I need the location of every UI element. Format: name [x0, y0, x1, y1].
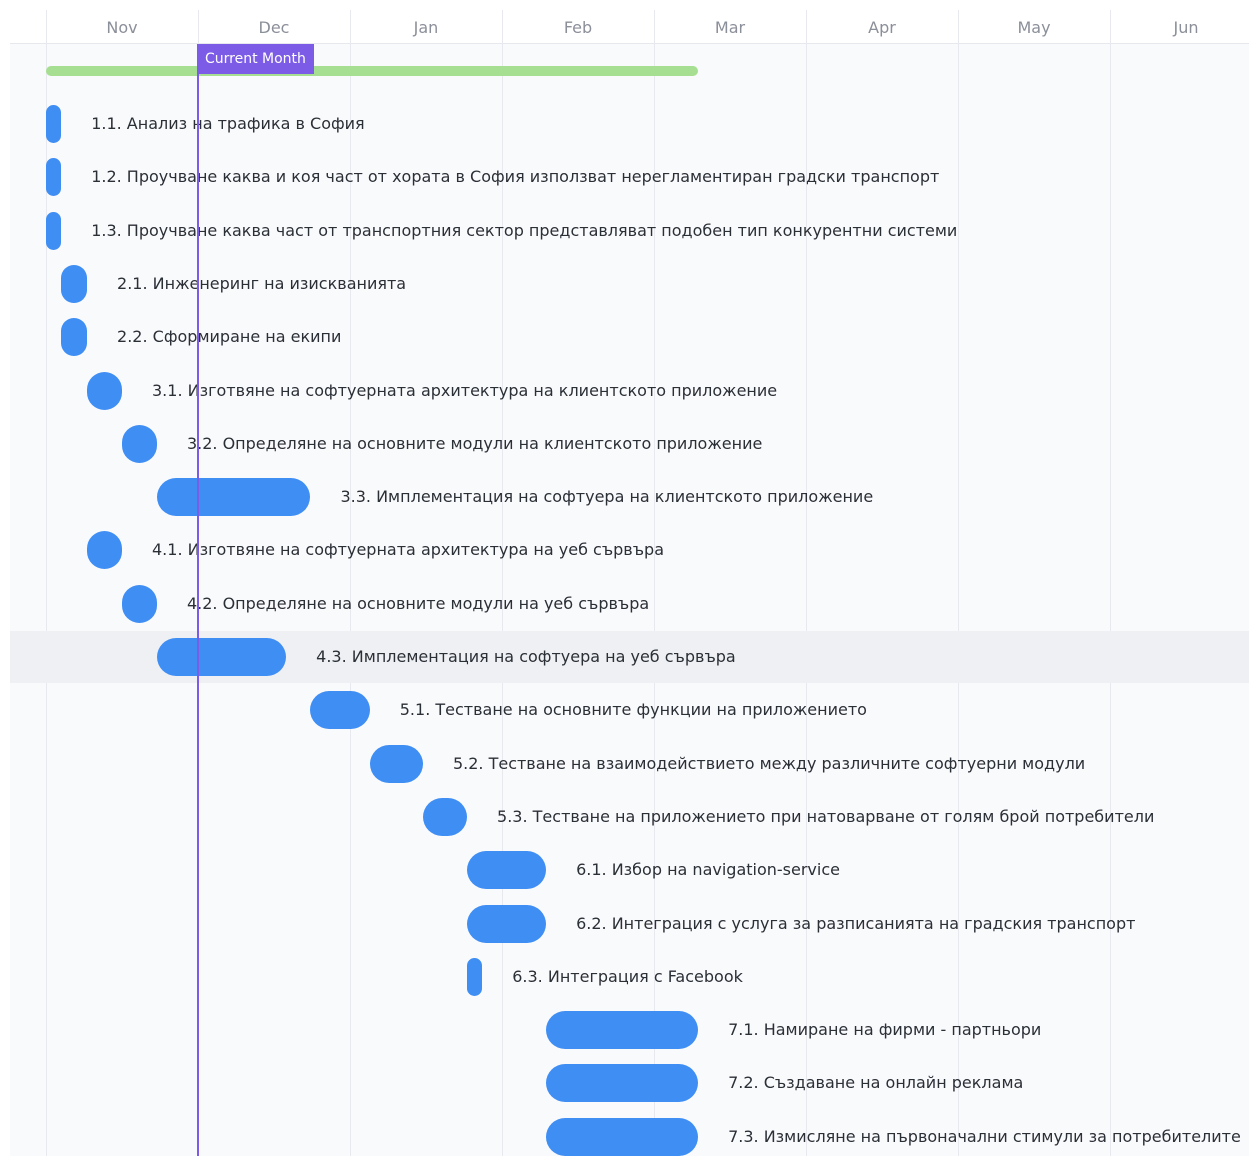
task-bar[interactable] — [46, 211, 62, 250]
month-label: Apr — [868, 18, 896, 37]
task-bar[interactable] — [156, 478, 311, 517]
task-label: 5.1. Тестване на основните функции на пр… — [399, 700, 867, 720]
month-label: Jan — [413, 18, 439, 37]
task-label: 4.1. Изготвяне на софтуерната архитектур… — [152, 540, 664, 560]
task-bar[interactable] — [310, 691, 370, 730]
task-bar[interactable] — [61, 318, 88, 357]
task-label: 3.1. Изготвяне на софтуерната архитектур… — [152, 380, 778, 400]
task-bar[interactable] — [156, 638, 287, 676]
task-bar[interactable] — [467, 957, 483, 996]
task-label: 7.2. Създаване на онлайн реклама — [728, 1073, 1024, 1093]
task-bar[interactable] — [546, 1064, 699, 1103]
task-label: 3.3. Имплементация на софтуера на клиент… — [340, 487, 874, 507]
task-label: 1.3. Проучване каква част от транспортни… — [91, 220, 958, 240]
task-bar[interactable] — [122, 584, 157, 623]
month-label: Mar — [714, 18, 746, 37]
gantt-chart: Nov Dec Jan Feb Mar Apr May Jun 1.1. Анализ на … — [0, 0, 1249, 1156]
task-bar[interactable] — [546, 1117, 699, 1156]
task-label: 6.2. Интеграция с услуга за разписанията… — [576, 913, 1136, 933]
task-label: 7.1. Намиране на фирми - партньори — [728, 1020, 1042, 1040]
task-bar[interactable] — [467, 851, 547, 890]
task-label: 6.1. Избор на navigation-service — [576, 860, 840, 880]
summary-bar[interactable] — [46, 66, 699, 76]
task-label: 2.1. Инженеринг на изискванията — [117, 273, 407, 293]
task-bar[interactable] — [122, 424, 157, 463]
task-label: 7.3. Измисляне на първоначални стимули з… — [728, 1126, 1241, 1146]
month-label: Nov — [106, 18, 138, 37]
task-label: 1.2. Проучване каква и коя част от хорат… — [91, 167, 940, 187]
task-bar[interactable] — [467, 904, 547, 943]
month-label: May — [1017, 18, 1051, 37]
task-bar[interactable] — [46, 105, 62, 143]
task-label: 1.1. Анализ на трафика в София — [91, 114, 365, 133]
task-bar[interactable] — [422, 797, 468, 836]
current-month-tag: Current Month — [197, 44, 314, 74]
task-label: 4.3. Имплементация на софтуера на уеб съ… — [316, 647, 736, 666]
task-bar[interactable] — [87, 371, 122, 410]
task-label: 5.3. Тестване на приложението при натова… — [497, 806, 1155, 826]
task-bar[interactable] — [61, 264, 88, 303]
month-label: Jun — [1173, 18, 1199, 37]
month-grid-line — [958, 10, 959, 1156]
task-label: 3.2. Определяне на основните модули на к… — [186, 433, 763, 453]
task-bar[interactable] — [87, 531, 122, 570]
task-label: 2.2. Сформиране на екипи — [117, 327, 342, 347]
task-bar[interactable] — [369, 744, 423, 783]
current-month-line — [197, 44, 199, 1156]
task-label: 4.2. Определяне на основните модули на у… — [186, 593, 650, 613]
task-label: 5.2. Тестване на взаимодействието между … — [452, 753, 1086, 773]
month-label: Dec — [258, 18, 290, 37]
task-bar[interactable] — [546, 1011, 699, 1050]
task-label: 6.3. Интеграция с Facebook — [512, 966, 743, 986]
month-grid-line — [1110, 10, 1111, 1156]
task-bar[interactable] — [46, 158, 62, 197]
month-label: Feb — [563, 18, 593, 37]
